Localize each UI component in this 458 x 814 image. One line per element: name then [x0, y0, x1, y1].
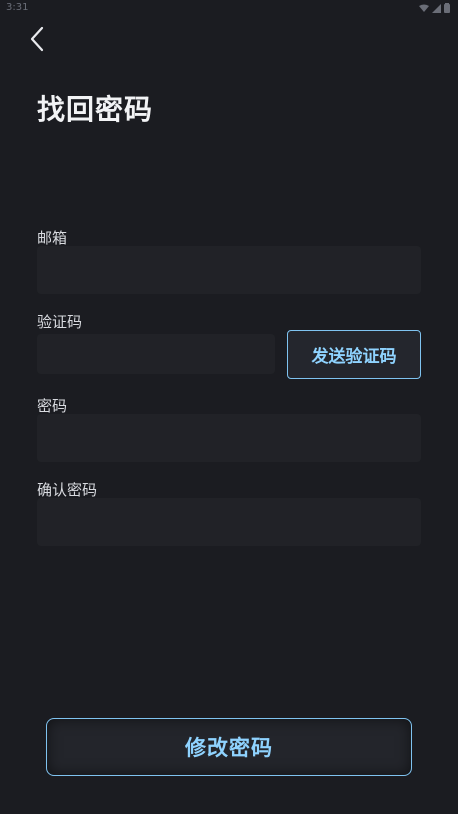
email-field[interactable]	[37, 246, 421, 294]
status-time: 3:31	[6, 2, 29, 13]
page-title: 找回密码	[37, 93, 154, 126]
screen: 3:31 找回密码 邮箱 验证码 发送验证码 密码 确认密码 修改密码	[0, 0, 458, 814]
verification-code-field[interactable]	[37, 334, 275, 374]
confirm-password-label: 确认密码	[37, 481, 98, 499]
email-label: 邮箱	[37, 229, 68, 247]
signal-icon	[432, 3, 441, 13]
password-field[interactable]	[37, 414, 421, 462]
back-button[interactable]	[22, 24, 52, 54]
code-label: 验证码	[37, 313, 83, 331]
password-label: 密码	[37, 397, 68, 415]
chevron-left-icon	[30, 26, 44, 52]
send-code-button[interactable]: 发送验证码	[287, 330, 421, 379]
confirm-password-field[interactable]	[37, 498, 421, 546]
status-icons	[419, 3, 450, 13]
change-password-button[interactable]: 修改密码	[46, 718, 412, 776]
status-bar: 3:31	[0, 0, 458, 18]
battery-icon	[444, 3, 450, 13]
wifi-icon	[419, 4, 429, 12]
